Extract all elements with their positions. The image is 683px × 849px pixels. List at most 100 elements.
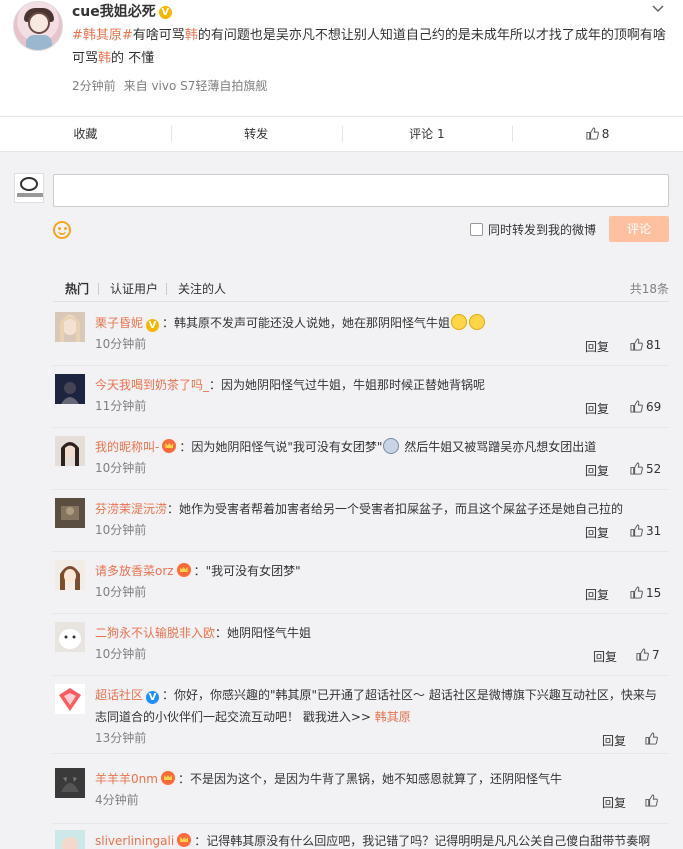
reply-button[interactable]: 回复 [602,794,626,811]
tab-following[interactable]: 关注的人 [178,280,226,297]
comment-body: 我的昵称叫- ：因为她阴阳怪气说"我可没有女团梦" 然后牛姐又被骂蹭吴亦凡想女团出… [95,436,665,458]
comment-body: 超话社区 V ：你好，你感兴趣的"韩其原"已开通了超话社区～ 超话社区是微博旗下兴趣… [95,684,665,728]
chevron-down-icon[interactable] [652,3,664,15]
comment-text: ：因为她阴阳怪气过牛姐，牛姐那时候正替她背锅呢 [209,378,486,392]
comment-text: ：韩其原不发声可能还没人说她，她在那阴阳怪气牛姐 [162,316,451,330]
forward-checkbox-label[interactable]: 同时转发到我的微博 [488,221,596,238]
forward-checkbox[interactable] [470,223,483,236]
forward-button[interactable]: 转发 [170,117,342,151]
comment-like-button[interactable] [645,794,661,808]
comment-button[interactable]: 评论 1 [341,117,513,151]
comment-like-button[interactable] [645,732,661,746]
comment-body: 芬涝茉湜沅涝：她作为受害者帮着加害者给另一个受害者扣屎盆子，而且这个屎盆子还是她… [95,498,665,520]
comment-time: 4分钟前 [95,793,139,807]
comment-like-button[interactable]: 69 [630,400,661,414]
comment-body: 请多放香菜orz ："我可没有女团梦" [95,560,665,582]
comment-text: ：记得韩其原没有什么回应吧，我记错了吗？记得明明是凡凡公关自己傻白甜带节奏啊 [194,834,651,848]
comment-text: ：她阴阳怪气牛姐 [215,626,312,640]
reply-button[interactable]: 回复 [585,338,609,355]
thumbs-up-icon [586,127,599,140]
comment-time: 11分钟前 [95,399,147,413]
comment-text: ：因为她阴阳怪气说"我可没有女团梦" [179,440,383,454]
comment-like-count: 52 [646,462,662,476]
super-topic-link[interactable]: 韩其原 [375,710,411,724]
reply-button[interactable]: 回复 [585,524,609,541]
my-avatar [14,173,44,203]
super-topic-logo-icon[interactable] [55,684,85,714]
vip-badge-icon: V [158,6,172,19]
author-name[interactable]: cue我姐必死 V [72,1,172,21]
comment-like-button[interactable]: 7 [636,648,660,662]
comment-text: ：不是因为这个，是因为牛背了黑锅，她不知感恩就算了，还阴阳怪气牛 [177,772,562,786]
comment-like-count: 15 [646,586,662,600]
favorite-button[interactable]: 收藏 [0,117,171,151]
comment-area: 同时转发到我的微博 评论 热门 认证用户 关注的人 共18条 栗子昏妮 V ：韩其原… [0,152,683,849]
reply-button[interactable]: 回复 [602,732,626,749]
like-button[interactable]: 8 [512,117,683,151]
post-text-part: 的 不懂 [111,51,155,66]
comment-like-button[interactable]: 31 [630,524,661,538]
weibo-post: cue我姐必死 V #韩其原#有啥可骂韩的有问题也是吴亦凡不想让别人知道自己约的是… [0,0,683,116]
comment-item: 栗子昏妮 V ：韩其原不发声可能还没人说她，她在那阴阳怪气牛姐 10分钟前 回复 8… [53,312,669,366]
reply-button[interactable]: 回复 [585,400,609,417]
commenter-avatar[interactable] [55,560,85,590]
comment-body: 羊羊羊0nm ：不是因为这个，是因为牛背了黑锅，她不知感恩就算了，还阴阳怪气牛 [95,768,665,790]
commenter-name[interactable]: 栗子昏妮 [95,316,143,330]
comment-like-count: 31 [646,524,662,538]
commenter-avatar[interactable] [55,622,85,652]
commenter-avatar[interactable] [55,830,85,849]
commenter-name[interactable]: sliverliningali [95,834,174,848]
reply-button[interactable]: 回复 [585,586,609,603]
comment-body: 今天我喝到奶茶了吗_：因为她阴阳怪气过牛姐，牛姐那时候正替她背锅呢 [95,374,665,396]
comment-text: ："我可没有女团梦" [193,564,301,578]
post-time[interactable]: 2分钟前 [72,79,116,93]
post-source: 来自 vivo S7轻薄自拍旗舰 [123,79,268,93]
thumbs-up-icon [636,648,649,661]
emoji-icon [469,314,486,330]
submit-comment-button[interactable]: 评论 [609,216,669,242]
commenter-avatar[interactable] [55,768,85,798]
comment-item: 今天我喝到奶茶了吗_：因为她阴阳怪气过牛姐，牛姐那时候正替她背锅呢 11分钟前 … [53,374,669,428]
crown-badge-icon [162,439,177,453]
commenter-name[interactable]: 超话社区 [95,688,143,702]
crown-badge-icon [160,771,175,785]
comment-like-button[interactable]: 15 [630,586,661,600]
comment-input[interactable] [53,174,669,207]
commenter-name[interactable]: 我的昵称叫- [95,440,159,454]
tab-verified[interactable]: 认证用户 [110,280,158,297]
thumbs-up-icon [630,586,643,599]
reply-button[interactable]: 回复 [593,648,617,665]
tab-divider [166,283,167,295]
topic-link[interactable]: #韩其原# [72,28,133,43]
comment-text: ：她作为受害者帮着加害者给另一个受害者扣屎盆子，而且这个屎盆子还是她自己拉的 [167,502,624,516]
author-avatar[interactable] [13,1,63,51]
commenter-name[interactable]: 请多放香菜orz [95,564,174,578]
reply-button[interactable]: 回复 [585,462,609,479]
author-name-text[interactable]: cue我姐必死 [72,4,156,20]
comment-filter-tabs: 热门 认证用户 关注的人 共18条 [53,276,669,302]
tab-divider [98,283,99,295]
tab-hot[interactable]: 热门 [65,280,89,297]
comment-time: 10分钟前 [95,647,147,661]
commenter-avatar[interactable] [55,498,85,528]
comment-item: sliverliningali ：记得韩其原没有什么回应吧，我记错了吗？记得明明是… [53,830,669,849]
post-action-bar: 收藏 转发 评论 1 8 [0,116,683,152]
comment-like-button[interactable]: 52 [630,462,661,476]
thumbs-up-icon [645,732,658,745]
commenter-name[interactable]: 二狗永不认输脱非入欧 [95,626,215,640]
emoji-icon[interactable] [53,221,71,239]
commenter-avatar[interactable] [55,312,85,342]
comment-item: 二狗永不认输脱非入欧：她阴阳怪气牛姐 10分钟前 回复 7 [53,622,669,676]
comment-body: 二狗永不认输脱非入欧：她阴阳怪气牛姐 [95,622,665,644]
commenter-name[interactable]: 羊羊羊0nm [95,772,158,786]
thumbs-up-icon [630,462,643,475]
sticker-icon [383,438,400,454]
comment-like-button[interactable]: 81 [630,338,661,352]
comment-time: 10分钟前 [95,585,147,599]
highlight-keyword: 韩 [184,28,198,43]
commenter-avatar[interactable] [55,436,85,466]
commenter-name[interactable]: 今天我喝到奶茶了吗_ [95,378,209,392]
commenter-name[interactable]: 芬涝茉湜沅涝 [95,502,167,516]
commenter-avatar[interactable] [55,374,85,404]
verified-badge-icon: V [146,691,160,704]
